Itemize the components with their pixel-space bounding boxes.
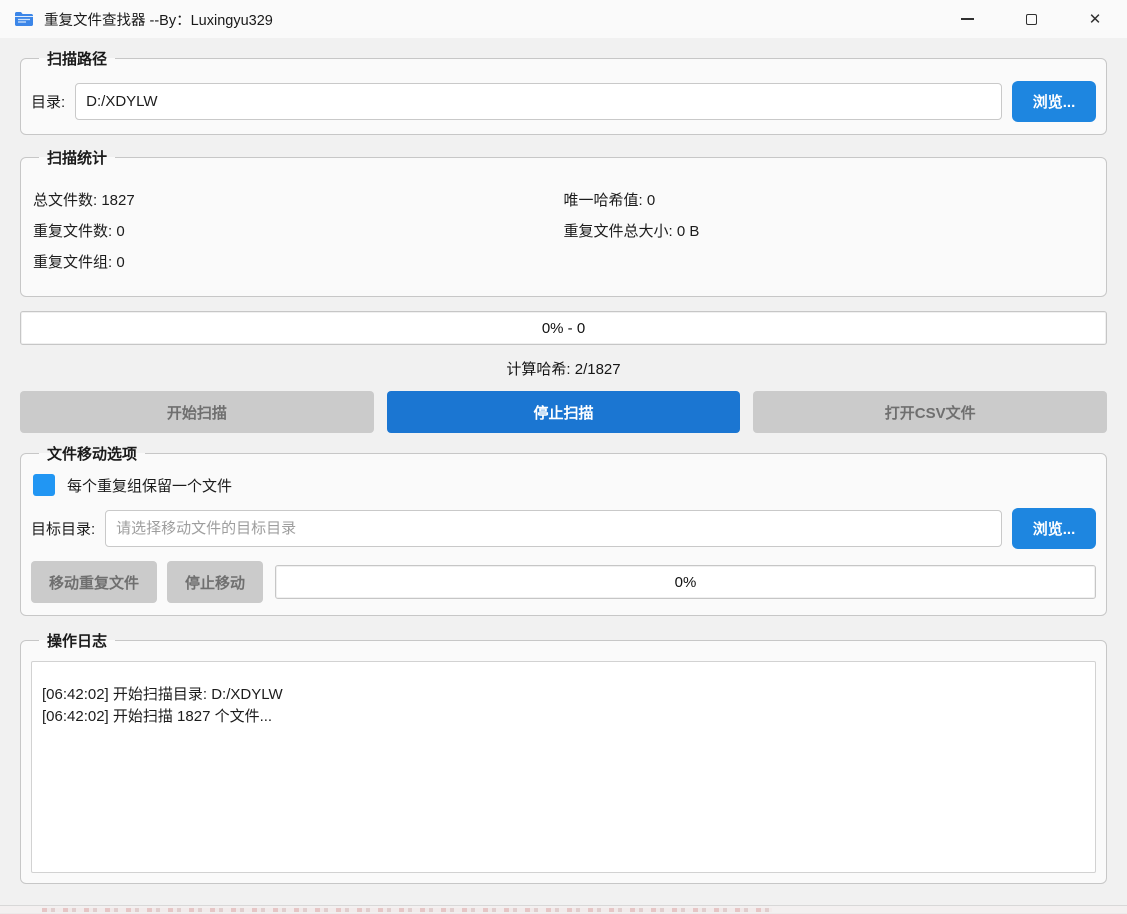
log-line: [06:42:02] 开始扫描目录: D:/XDYLW (42, 684, 1085, 706)
duplicate-files-stat: 重复文件数: 0 (33, 220, 564, 241)
stop-move-button[interactable]: 停止移动 (167, 561, 263, 603)
keep-one-label: 每个重复组保留一个文件 (67, 475, 232, 496)
move-options-group: 文件移动选项 每个重复组保留一个文件 目标目录: 浏览... 移动重复文件 停止… (20, 443, 1107, 616)
stats-right-column: 唯一哈希值: 0 重复文件总大小: 0 B (564, 180, 1095, 282)
duplicate-groups-stat: 重复文件组: 0 (33, 251, 564, 272)
hash-status-label: 计算哈希: 2/1827 (20, 358, 1107, 379)
move-duplicates-button[interactable]: 移动重复文件 (31, 561, 157, 603)
total-files-stat: 总文件数: 1827 (33, 189, 564, 210)
directory-label: 目录: (31, 91, 65, 112)
main-content: 扫描路径 目录: 浏览... 扫描统计 总文件数: 1827 重复文件数: 0 … (0, 38, 1127, 905)
open-csv-button[interactable]: 打开CSV文件 (753, 391, 1107, 433)
scan-stats-group-title: 扫描统计 (39, 147, 115, 168)
directory-input[interactable] (75, 83, 1002, 120)
log-line: [06:42:02] 开始扫描 1827 个文件... (42, 706, 1085, 728)
move-progress-bar: 0% (275, 565, 1096, 599)
log-textarea[interactable]: [06:42:02] 开始扫描目录: D:/XDYLW [06:42:02] 开… (31, 661, 1096, 873)
move-progress-label: 0% (675, 574, 697, 591)
minimize-icon (961, 18, 974, 20)
duplicate-total-size-stat: 重复文件总大小: 0 B (564, 220, 1095, 241)
keep-one-checkbox[interactable] (33, 474, 55, 496)
target-directory-label: 目标目录: (31, 518, 95, 539)
stop-scan-button[interactable]: 停止扫描 (387, 391, 741, 433)
browse-directory-button[interactable]: 浏览... (1012, 81, 1096, 122)
stats-left-column: 总文件数: 1827 重复文件数: 0 重复文件组: 0 (33, 180, 564, 282)
browse-target-button[interactable]: 浏览... (1012, 508, 1096, 549)
scan-path-group-title: 扫描路径 (39, 48, 115, 69)
close-icon: ✕ (1089, 12, 1102, 27)
close-button[interactable]: ✕ (1063, 0, 1127, 38)
scan-stats-group: 扫描统计 总文件数: 1827 重复文件数: 0 重复文件组: 0 唯一哈希值:… (20, 147, 1107, 297)
scan-progress-bar: 0% - 0 (20, 311, 1107, 345)
scan-path-group: 扫描路径 目录: 浏览... (20, 48, 1107, 135)
titlebar: 重复文件查找器 --By：Luxingyu329 ✕ (0, 0, 1127, 38)
target-directory-input[interactable] (105, 510, 1002, 547)
app-window: 重复文件查找器 --By：Luxingyu329 ✕ 扫描路径 目录: 浏览..… (0, 0, 1127, 906)
maximize-button[interactable] (999, 0, 1063, 38)
action-button-row: 开始扫描 停止扫描 打开CSV文件 (20, 391, 1107, 433)
log-group: 操作日志 [06:42:02] 开始扫描目录: D:/XDYLW [06:42:… (20, 630, 1107, 884)
maximize-icon (1026, 14, 1037, 25)
background-window-sliver (0, 906, 1127, 913)
start-scan-button[interactable]: 开始扫描 (20, 391, 374, 433)
app-folder-icon (14, 11, 34, 27)
move-options-group-title: 文件移动选项 (39, 443, 145, 464)
unique-hashes-stat: 唯一哈希值: 0 (564, 189, 1095, 210)
background-text-fragment (42, 908, 772, 912)
minimize-button[interactable] (935, 0, 999, 38)
log-group-title: 操作日志 (39, 630, 115, 651)
window-title: 重复文件查找器 --By：Luxingyu329 (44, 9, 273, 30)
scan-progress-label: 0% - 0 (542, 320, 585, 337)
